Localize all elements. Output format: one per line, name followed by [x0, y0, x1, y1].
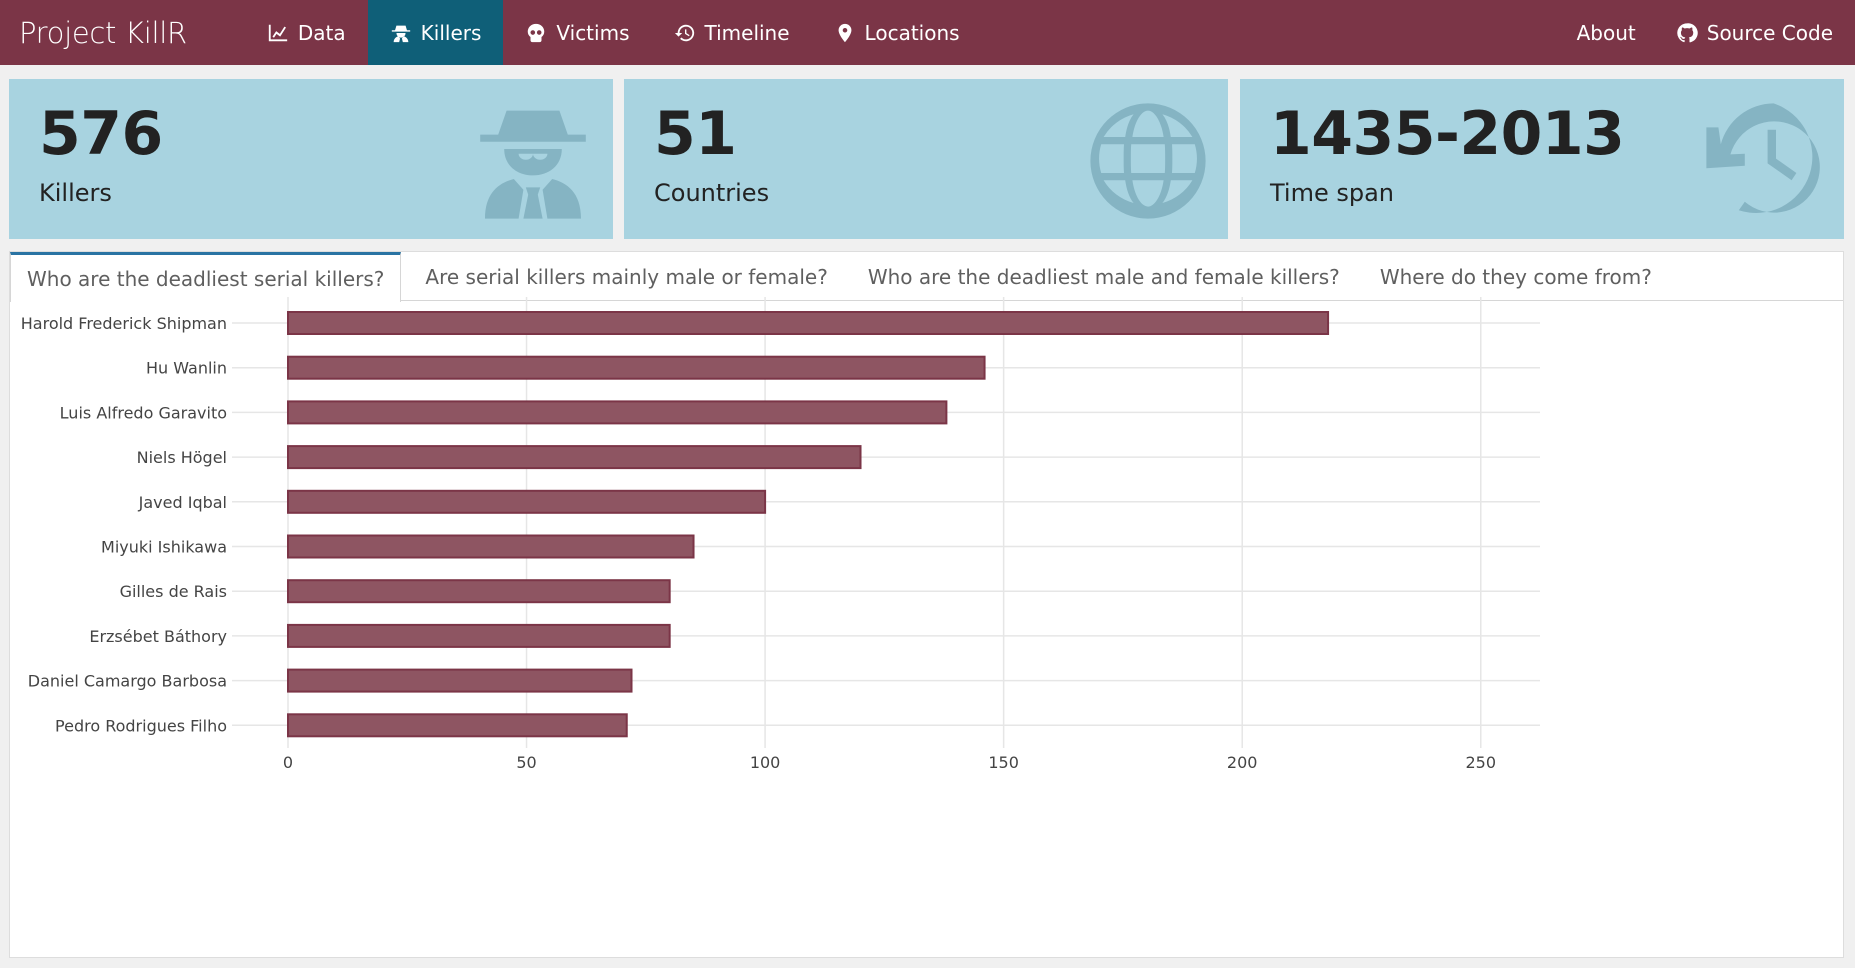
x-tick-label: 50: [516, 753, 536, 772]
map-marker-icon: [838, 23, 851, 42]
nav-timeline[interactable]: Timeline: [652, 0, 812, 65]
nav-victims-label: Victims: [556, 20, 630, 45]
nav-about-label: About: [1576, 20, 1636, 45]
github-icon: [1677, 22, 1698, 42]
nav-source-code-label: Source Code: [1706, 20, 1833, 45]
bar-gilles-de-rais[interactable]: [287, 579, 671, 604]
bar-harold-frederick-shipman[interactable]: [287, 311, 1330, 335]
skull-icon: [528, 23, 545, 42]
y-category-label: Hu Wanlin: [146, 359, 227, 378]
y-category-label: Niels Högel: [137, 448, 227, 467]
nav-locations[interactable]: Locations: [812, 0, 982, 65]
bar-hu-wanlin[interactable]: [287, 355, 986, 380]
stat-label: Killers: [39, 179, 112, 207]
x-tick-label: 150: [988, 753, 1019, 772]
chart-line-icon: [268, 24, 288, 41]
stat-value: 576: [39, 99, 163, 169]
history-icon: [1704, 101, 1824, 221]
globe-icon: [1088, 101, 1208, 221]
bar-luis-alfredo-garavito[interactable]: [287, 400, 948, 425]
y-category-label: Miyuki Ishikawa: [101, 538, 227, 557]
y-category-label: Pedro Rodrigues Filho: [55, 716, 227, 735]
bar-miyuki-ishikawa[interactable]: [287, 534, 695, 559]
bar-niels-h-gel[interactable]: [287, 445, 862, 470]
nav-data-label: Data: [297, 20, 346, 45]
user-secret-icon: [473, 101, 593, 221]
brand-title[interactable]: Project KillR: [0, 0, 245, 65]
top-navbar: Project KillR Data Killers Victims Timel…: [0, 0, 1855, 65]
stat-box-killers: 576 Killers: [9, 79, 613, 239]
y-category-label: Erzsébet Báthory: [89, 627, 227, 646]
nav-data[interactable]: Data: [245, 0, 368, 65]
stat-label: Countries: [654, 179, 770, 207]
chart-bars: [287, 311, 1330, 738]
nav-killers[interactable]: Killers: [367, 0, 504, 65]
bar-erzs-bet-b-thory[interactable]: [287, 623, 671, 648]
x-tick-label: 0: [283, 753, 293, 772]
stat-box-countries: 51 Countries: [624, 79, 1228, 239]
nav-locations-label: Locations: [864, 20, 960, 45]
bar-javed-iqbal[interactable]: [287, 489, 767, 514]
y-category-label: Daniel Camargo Barbosa: [28, 672, 227, 691]
nav-about[interactable]: About: [1557, 0, 1656, 65]
chart-labels: 0 50 100 150 200 250 Harold Frederick Shipman H…: [21, 314, 1496, 772]
x-tick-label: 250: [1465, 753, 1496, 772]
history-icon: [674, 24, 694, 41]
x-tick-label: 200: [1227, 753, 1258, 772]
nav-timeline-label: Timeline: [704, 20, 790, 45]
nav-victims[interactable]: Victims: [503, 0, 651, 65]
stat-value: 1435-2013: [1270, 99, 1625, 169]
stat-label: Time span: [1270, 179, 1395, 207]
deadliest-killers-bar-chart: 0 50 100 150 200 250 Harold Frederick Shipman H…: [21, 297, 1540, 772]
y-category-label: Harold Frederick Shipman: [21, 314, 227, 333]
nav-source-code[interactable]: Source Code: [1656, 0, 1853, 65]
y-category-label: Javed Iqbal: [138, 493, 227, 512]
x-tick-label: 100: [750, 753, 781, 772]
y-category-label: Luis Alfredo Garavito: [60, 403, 227, 422]
stat-value: 51: [654, 99, 737, 169]
stat-box-time-span: 1435-2013 Time span: [1240, 79, 1844, 239]
tab-panel: Who are the deadliest serial killers? Ar…: [9, 251, 1844, 958]
y-category-label: Gilles de Rais: [120, 582, 227, 601]
nav-killers-label: Killers: [420, 20, 482, 45]
bar-daniel-camargo-barbosa[interactable]: [287, 668, 633, 693]
user-secret-icon: [391, 25, 410, 42]
bar-pedro-rodrigues-filho[interactable]: [287, 713, 628, 738]
